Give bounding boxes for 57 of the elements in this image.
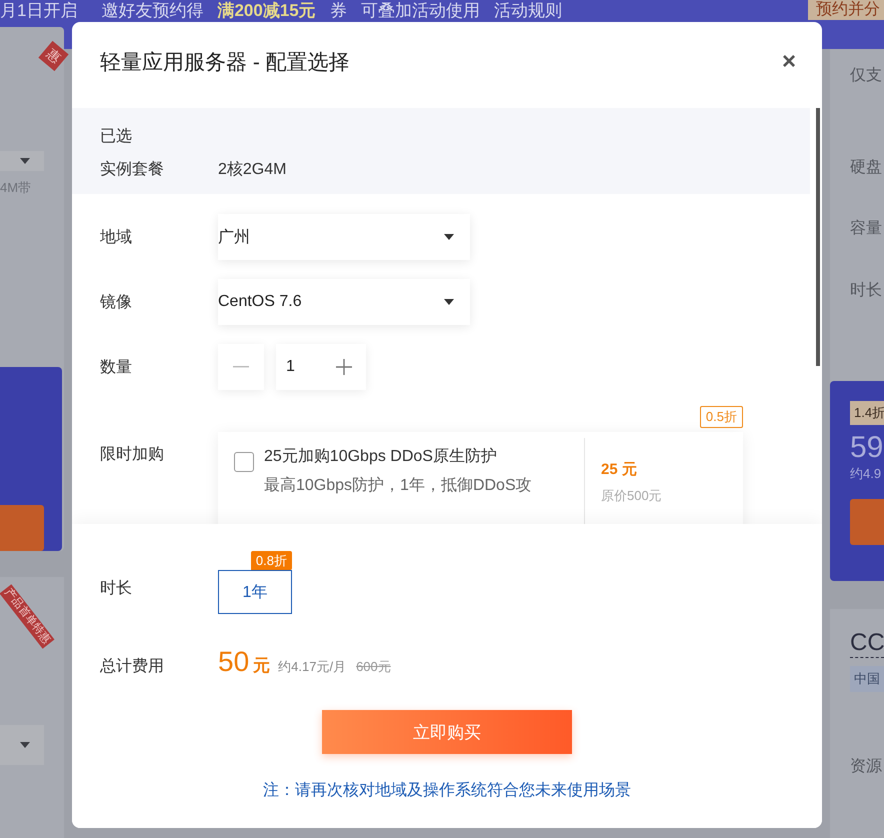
decrement-button[interactable] xyxy=(218,344,264,390)
ribbon-label: 惠 xyxy=(38,40,69,72)
discount-badge: 0.8折 xyxy=(250,551,292,570)
notice-text: 注：请再次核对地域及操作系统符合您未来使用场景 xyxy=(263,780,631,801)
ribbon-label: 产品首单特惠 xyxy=(0,584,54,649)
original-price: 原价500元 xyxy=(601,487,662,505)
checkbox[interactable] xyxy=(234,452,254,472)
select-field[interactable]: CentOS 7.6 xyxy=(218,279,470,325)
duration-option[interactable]: 1年 xyxy=(218,570,292,614)
addon-price: 25 元 xyxy=(601,460,638,479)
close-button[interactable]: × xyxy=(782,48,796,76)
field-label: 镜像 xyxy=(100,292,133,312)
caret-icon xyxy=(444,299,454,305)
dropdown[interactable] xyxy=(0,151,44,171)
monthly-price: 约4.17元/月 xyxy=(278,658,346,676)
scrollbar-thumb[interactable] xyxy=(816,108,820,366)
select-field[interactable]: 广州 xyxy=(218,214,470,260)
spec-label: 资源 xyxy=(850,757,883,777)
field-label: 实例套餐 xyxy=(100,160,165,180)
banner-text: 月1日开启 xyxy=(0,1,78,21)
spec-label: 时长 xyxy=(850,280,883,301)
plus-icon[interactable] xyxy=(336,359,352,375)
field-label: 时长 xyxy=(100,578,133,598)
card-title: CC xyxy=(850,629,884,658)
minus-icon xyxy=(233,366,249,368)
original-price: 600元 xyxy=(356,658,391,676)
rules-link[interactable]: 活动规则 xyxy=(494,1,562,21)
banner-highlight: 满200减15元 xyxy=(217,1,316,21)
spec-label: 仅支 xyxy=(850,66,883,86)
field-value: 2核2G4M xyxy=(218,160,286,180)
spec-label: 硬盘 xyxy=(850,158,883,178)
dialog-title: 轻量应用服务器 - 配置选择 xyxy=(100,50,350,76)
banner-text: 邀好友预约得 xyxy=(101,1,204,21)
quantity-field[interactable]: 1 xyxy=(276,344,366,390)
region-tag: 中国 xyxy=(850,666,884,692)
total-amount: 50 xyxy=(218,646,250,678)
addon-description: 最高10Gbps防护，1年，抵御DDoS攻 xyxy=(264,476,533,496)
price-text: 59 xyxy=(850,431,884,466)
section-heading: 已选 xyxy=(100,126,133,147)
banner-text: 可叠加活动使用 xyxy=(360,1,480,21)
corner-banner: 预约并分 xyxy=(808,0,884,20)
caret-icon xyxy=(20,158,30,164)
currency-unit: 元 xyxy=(253,655,270,677)
addon-title: 25元加购10Gbps DDoS原生防护 xyxy=(264,446,498,467)
monthly-text: 约4.9 xyxy=(850,465,882,484)
field-label: 数量 xyxy=(100,358,133,378)
banner-text: 券 xyxy=(330,1,347,21)
discount-badge: 0.5折 xyxy=(700,406,743,428)
field-label: 总计费用 xyxy=(100,656,165,677)
caret-icon xyxy=(20,742,30,748)
field-label: 限时加购 xyxy=(100,444,165,465)
spec-text: 4M带 xyxy=(0,179,32,197)
caret-icon xyxy=(444,234,454,240)
buy-button[interactable] xyxy=(0,505,44,551)
field-label: 地域 xyxy=(100,228,133,248)
buy-button[interactable] xyxy=(850,499,884,546)
spec-label: 容量 xyxy=(850,218,883,240)
